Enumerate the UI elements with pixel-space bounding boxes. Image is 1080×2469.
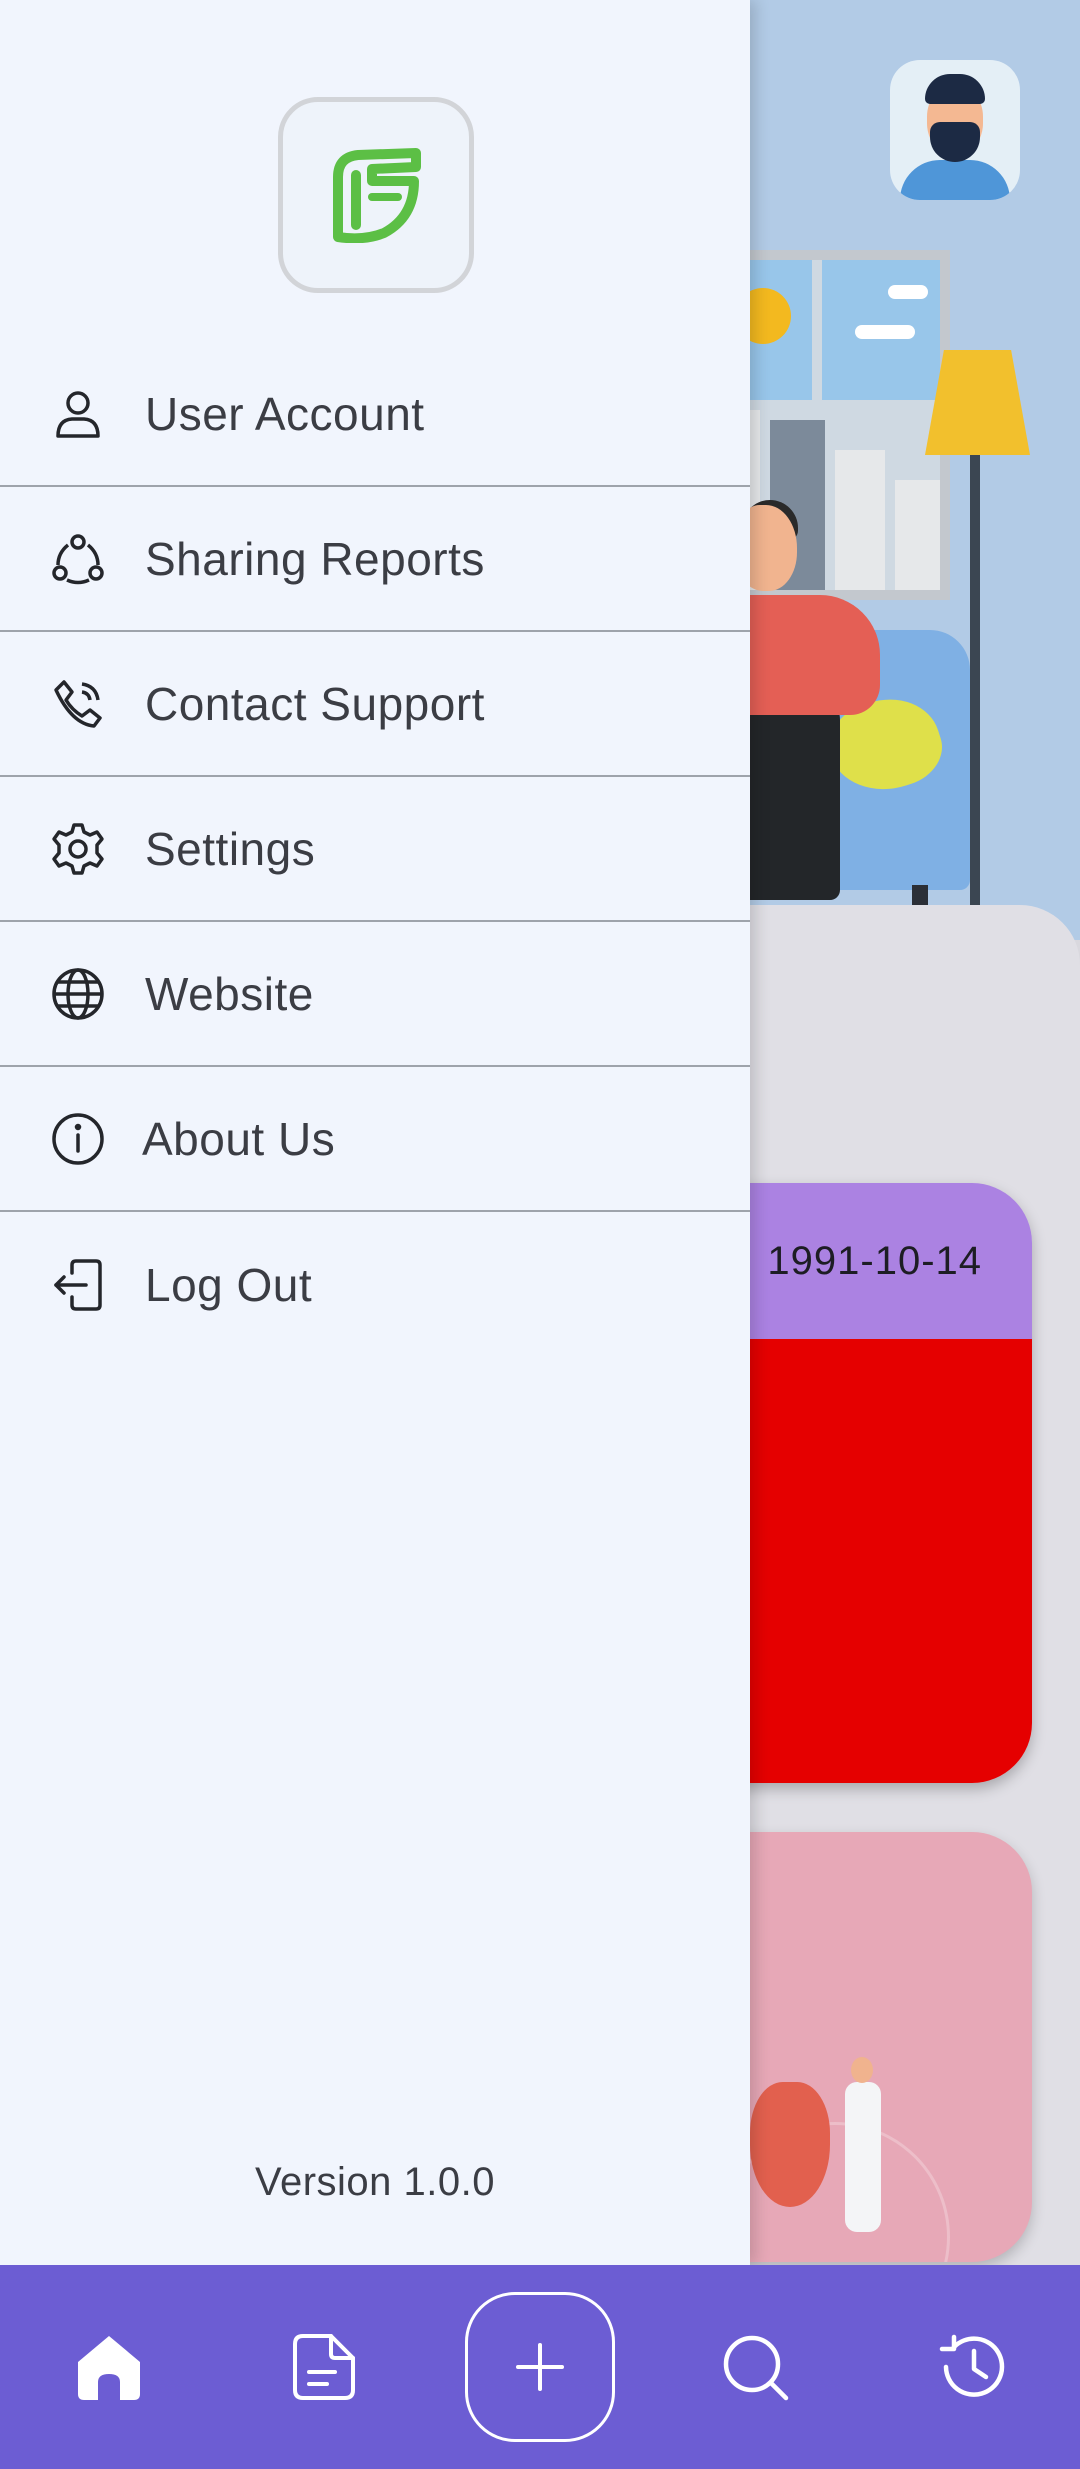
avatar[interactable] (890, 60, 1020, 200)
navigation-drawer: User Account Sharing Reports Contact Sup… (0, 0, 750, 2265)
menu-item-log-out[interactable]: Log Out (0, 1212, 750, 1357)
menu-item-label: Contact Support (145, 677, 485, 730)
menu-item-label: Sharing Reports (145, 532, 485, 585)
bottom-navigation (0, 2265, 1080, 2469)
search-icon (723, 2335, 789, 2401)
menu-item-sharing-reports[interactable]: Sharing Reports (0, 487, 750, 632)
logout-icon (48, 1255, 108, 1315)
drawer-menu: User Account Sharing Reports Contact Sup… (0, 342, 750, 1357)
menu-item-label: Settings (145, 822, 316, 875)
app-version: Version 1.0.0 (255, 2160, 495, 2204)
user-icon (48, 384, 108, 444)
doctor-illustration (845, 2082, 881, 2232)
home-icon (78, 2336, 140, 2400)
menu-item-label: User Account (145, 387, 425, 440)
share-icon (48, 529, 108, 589)
nav-add-button[interactable] (465, 2292, 615, 2442)
plus-icon (516, 2343, 564, 2391)
menu-item-label: Log Out (145, 1258, 313, 1311)
nav-history-button[interactable] (936, 2331, 1008, 2403)
nav-search-button[interactable] (720, 2332, 790, 2402)
menu-item-label: Website (145, 967, 314, 1020)
document-icon (293, 2334, 355, 2400)
nav-home-button[interactable] (74, 2332, 144, 2402)
nav-reports-button[interactable] (291, 2332, 357, 2402)
app-logo (278, 97, 474, 293)
menu-item-label: About Us (142, 1112, 336, 1165)
menu-item-user-account[interactable]: User Account (0, 342, 750, 487)
info-icon (48, 1109, 108, 1169)
menu-item-about-us[interactable]: About Us (0, 1067, 750, 1212)
history-icon (939, 2334, 1005, 2397)
menu-item-contact-support[interactable]: Contact Support (0, 632, 750, 777)
globe-icon (48, 964, 108, 1024)
heart-illustration (750, 2082, 830, 2207)
leaf-logo-icon (333, 148, 421, 243)
menu-item-settings[interactable]: Settings (0, 777, 750, 922)
menu-item-website[interactable]: Website (0, 922, 750, 1067)
gear-icon (48, 819, 108, 879)
phone-icon (48, 674, 108, 734)
